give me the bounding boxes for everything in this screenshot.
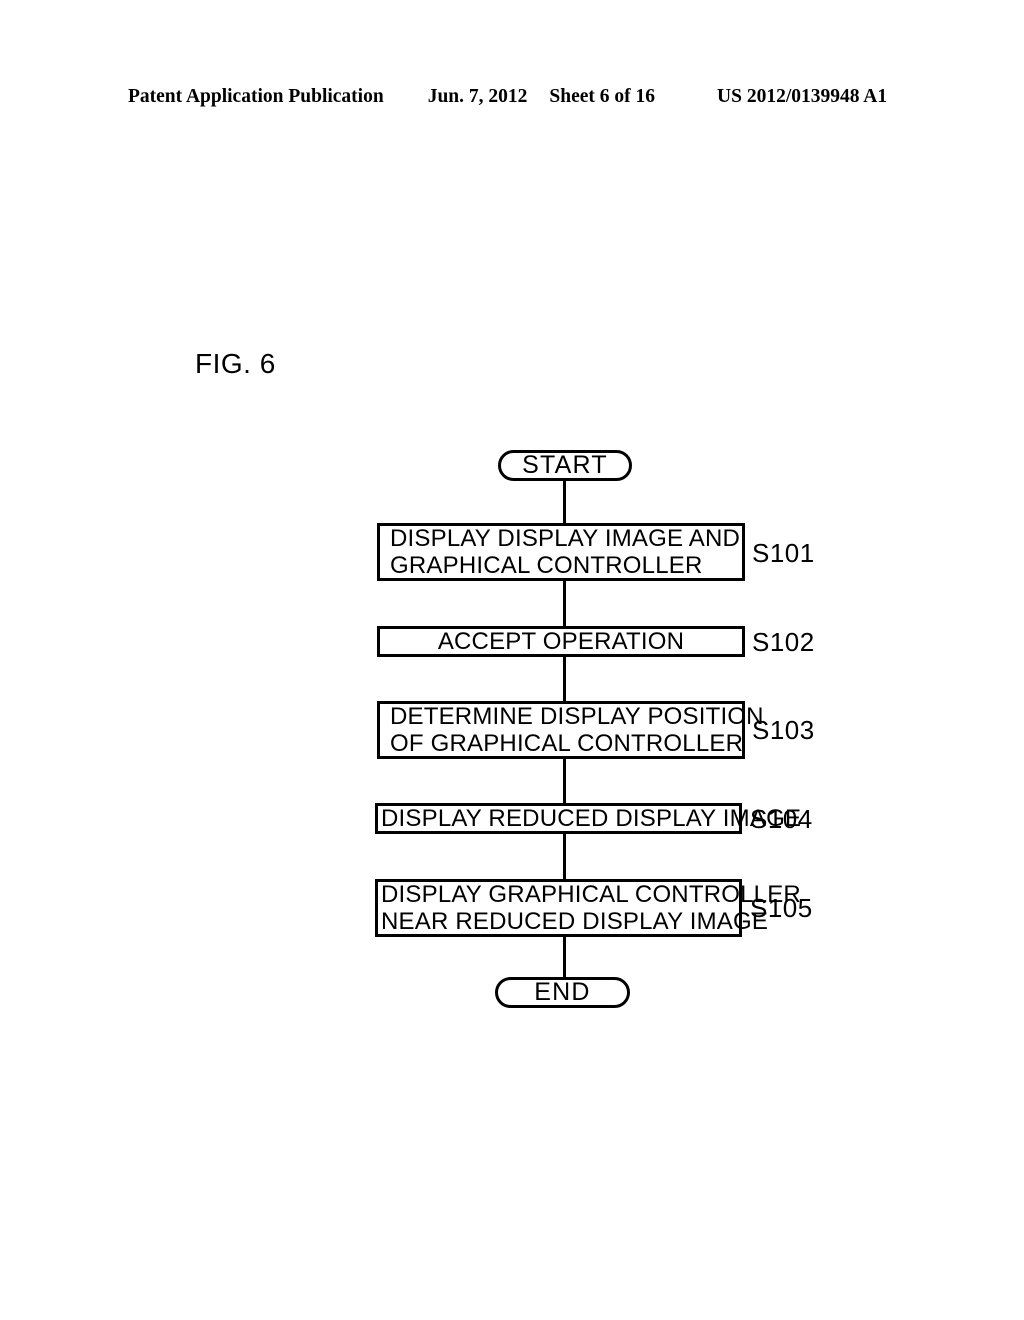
flowchart-step-s101-line1: DISPLAY DISPLAY IMAGE AND: [390, 525, 741, 552]
flowchart-step-s105-box: DISPLAY GRAPHICAL CONTROLLER NEAR REDUCE…: [375, 879, 801, 937]
flowchart-step-s102-box: ACCEPT OPERATION: [377, 626, 745, 657]
flowchart-step-s105-label: S105: [750, 893, 813, 923]
flowchart-step-s102-label: S102: [752, 627, 815, 657]
flowchart-step-s104-box: DISPLAY REDUCED DISPLAY IMAGE: [375, 803, 802, 834]
flowchart-diagram: START DISPLAY DISPLAY IMAGE AND GRAPHICA…: [0, 0, 1024, 1320]
flowchart-step-s105-line2: NEAR REDUCED DISPLAY IMAGE: [381, 908, 769, 935]
flowchart-step-s104-line1: DISPLAY REDUCED DISPLAY IMAGE: [381, 805, 802, 832]
flowchart-step-s103-line2: OF GRAPHICAL CONTROLLER: [390, 730, 744, 757]
connector-s102-to-s103: [563, 657, 566, 701]
flowchart-step-s105-line1: DISPLAY GRAPHICAL CONTROLLER: [381, 881, 801, 908]
flowchart-end-node: END: [495, 977, 630, 1008]
connector-s103-to-s104: [563, 759, 566, 803]
flowchart-step-s103-box: DETERMINE DISPLAY POSITION OF GRAPHICAL …: [377, 701, 764, 759]
flowchart-step-s103-label: S103: [752, 715, 815, 745]
flowchart-end-label: END: [534, 978, 591, 1006]
flowchart-step-s104-label: S104: [750, 804, 813, 834]
flowchart-start-node: START: [498, 450, 632, 481]
flowchart-step-s101-label: S101: [752, 538, 815, 568]
connector-s101-to-s102: [563, 581, 566, 626]
connector-s105-to-end: [563, 937, 566, 978]
flowchart-start-label: START: [522, 451, 608, 479]
connector-start-to-s101: [563, 481, 566, 524]
flowchart-step-s102-line1: ACCEPT OPERATION: [437, 628, 685, 655]
flowchart-step-s101-box: DISPLAY DISPLAY IMAGE AND GRAPHICAL CONT…: [377, 523, 745, 581]
flowchart-step-s101-line2: GRAPHICAL CONTROLLER: [390, 552, 703, 579]
flowchart-step-s103-line1: DETERMINE DISPLAY POSITION: [390, 703, 764, 730]
connector-s104-to-s105: [563, 834, 566, 879]
